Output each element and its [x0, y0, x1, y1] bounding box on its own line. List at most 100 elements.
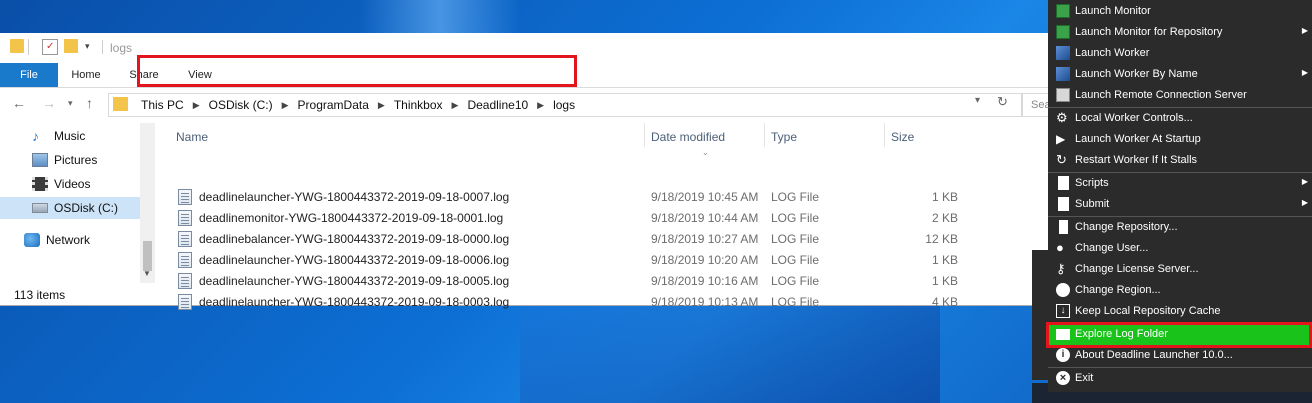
folder-icon	[113, 97, 128, 111]
table-row[interactable]: deadlinemonitor-YWG-1800443372-2019-09-1…	[170, 208, 970, 229]
file-name: deadlinebalancer-YWG-1800443372-2019-09-…	[199, 232, 510, 246]
folder-icon[interactable]	[10, 39, 24, 53]
nav-item-osdisk[interactable]: OSDisk (C:)	[0, 197, 140, 219]
document-icon	[1058, 176, 1069, 190]
tab-file[interactable]: File	[0, 63, 58, 87]
customize-quick-access-icon[interactable]: ▾	[85, 41, 99, 55]
breadcrumb-logs[interactable]: logs	[553, 98, 575, 112]
table-row[interactable]: deadlinelauncher-YWG-1800443372-2019-09-…	[170, 187, 970, 208]
tab-home[interactable]: Home	[62, 63, 110, 87]
file-date: 9/18/2019 10:16 AM	[651, 274, 759, 288]
menu-item-label: Launch Remote Connection Server	[1075, 89, 1247, 101]
table-row[interactable]: deadlinebalancer-YWG-1800443372-2019-09-…	[170, 229, 970, 250]
address-bar: ← → ▾ ↑ This PC ▶ OSDisk (C:) ▶ ProgramD…	[0, 89, 1072, 119]
menu-item-change-repository[interactable]: Change Repository...	[1048, 217, 1312, 238]
recent-locations-chevron-icon[interactable]: ▾	[68, 98, 73, 109]
menu-item-change-region[interactable]: Change Region...	[1048, 280, 1312, 301]
column-header-size[interactable]: Size	[885, 123, 955, 147]
column-header-type[interactable]: Type	[765, 123, 885, 147]
scrollbar-thumb[interactable]	[143, 241, 152, 271]
sort-indicator-icon: ⌄	[702, 148, 709, 157]
nav-item-label: Network	[46, 233, 91, 247]
key-icon: ⚷	[1056, 261, 1066, 276]
network-icon	[24, 233, 40, 247]
breadcrumb-osdisk[interactable]: OSDisk (C:)	[209, 98, 273, 112]
file-date: 9/18/2019 10:13 AM	[651, 295, 759, 309]
chevron-right-icon[interactable]: ▶	[282, 100, 289, 111]
divider	[102, 40, 103, 54]
play-icon: ▶	[1056, 132, 1066, 146]
menu-item-launch-worker[interactable]: Launch Worker	[1048, 43, 1312, 64]
properties-icon[interactable]: ✓	[42, 39, 58, 55]
nav-item-videos[interactable]: Videos	[32, 173, 90, 195]
up-arrow-icon[interactable]: ↑	[86, 95, 93, 111]
desktop-wallpaper-shade	[520, 305, 940, 403]
menu-item-submit[interactable]: Submit ▶	[1048, 194, 1312, 215]
menu-item-launch-monitor-repository[interactable]: Launch Monitor for Repository ▶	[1048, 22, 1312, 43]
file-name: deadlinelauncher-YWG-1800443372-2019-09-…	[199, 295, 510, 309]
menu-item-local-worker-controls[interactable]: ⚙ Local Worker Controls...	[1048, 108, 1312, 129]
menu-item-launch-monitor[interactable]: Launch Monitor	[1048, 1, 1312, 22]
file-size: 4 KB	[931, 295, 958, 309]
checkbox-icon[interactable]: ↓	[1056, 304, 1070, 318]
menu-item-launch-remote-connection-server[interactable]: Launch Remote Connection Server	[1048, 85, 1312, 106]
menu-item-launch-worker-at-startup[interactable]: ▶ Launch Worker At Startup	[1048, 129, 1312, 150]
monitor-icon	[1056, 25, 1070, 39]
nav-scrollbar[interactable]: ▼	[140, 123, 155, 283]
chevron-right-icon[interactable]: ▶	[452, 100, 459, 111]
table-row[interactable]: deadlinelauncher-YWG-1800443372-2019-09-…	[170, 271, 970, 292]
menu-item-label: Change License Server...	[1075, 263, 1199, 275]
chevron-right-icon[interactable]: ▶	[193, 100, 200, 111]
menu-item-label: Local Worker Controls...	[1075, 112, 1193, 124]
nav-item-label: Music	[54, 129, 86, 143]
column-header-name[interactable]: Name	[170, 123, 645, 147]
restart-icon: ↻	[1056, 152, 1067, 167]
menu-item-label: Submit	[1075, 198, 1110, 210]
table-row[interactable]: deadlinelauncher-YWG-1800443372-2019-09-…	[170, 250, 970, 271]
menu-item-keep-local-repository-cache[interactable]: ↓ Keep Local Repository Cache	[1048, 301, 1312, 322]
table-row[interactable]: deadlinelauncher-YWG-1800443372-2019-09-…	[170, 292, 970, 313]
nav-item-network[interactable]: Network	[24, 229, 90, 251]
menu-item-change-user[interactable]: ● Change User...	[1048, 238, 1312, 259]
log-file-icon	[178, 273, 192, 289]
menu-item-scripts[interactable]: Scripts ▶	[1048, 173, 1312, 194]
address-field[interactable]: This PC ▶ OSDisk (C:) ▶ ProgramData ▶ Th…	[108, 93, 1022, 117]
refresh-icon[interactable]: ↻	[997, 94, 1008, 110]
scroll-down-icon[interactable]: ▼	[143, 269, 151, 278]
file-date: 9/18/2019 10:20 AM	[651, 253, 759, 267]
worker-icon	[1056, 46, 1070, 60]
file-size: 1 KB	[931, 274, 958, 288]
breadcrumb-deadline10[interactable]: Deadline10	[467, 98, 528, 112]
nav-item-music[interactable]: ♪ Music	[32, 125, 85, 147]
menu-item-label: Keep Local Repository Cache	[1075, 305, 1221, 317]
new-folder-icon[interactable]	[64, 39, 78, 53]
menu-item-about[interactable]: i About Deadline Launcher 10.0...	[1048, 345, 1312, 366]
menu-item-restart-worker-if-stalls[interactable]: ↻ Restart Worker If It Stalls	[1048, 150, 1312, 171]
breadcrumb-programdata[interactable]: ProgramData	[298, 98, 369, 112]
annotation-box-address	[137, 55, 577, 87]
chevron-right-icon[interactable]: ▶	[378, 100, 385, 111]
chevron-right-icon[interactable]: ▶	[537, 100, 544, 111]
menu-item-label: Restart Worker If It Stalls	[1075, 154, 1198, 166]
breadcrumb-thinkbox[interactable]: Thinkbox	[394, 98, 443, 112]
log-file-icon	[178, 189, 192, 205]
globe-icon	[1056, 283, 1070, 297]
address-history-chevron-icon[interactable]: ▾	[975, 95, 980, 106]
document-icon	[1058, 197, 1069, 211]
menu-item-change-license-server[interactable]: ⚷ Change License Server...	[1048, 259, 1312, 280]
log-file-icon	[178, 210, 192, 226]
file-name: deadlinemonitor-YWG-1800443372-2019-09-1…	[199, 211, 504, 225]
music-icon: ♪	[32, 128, 39, 144]
submenu-arrow-icon: ▶	[1301, 177, 1308, 186]
file-name: deadlinelauncher-YWG-1800443372-2019-09-…	[199, 253, 510, 267]
column-header-date[interactable]: Date modified	[645, 123, 765, 147]
menu-item-label: Launch Monitor for Repository	[1075, 26, 1223, 38]
menu-item-label: Launch Monitor	[1075, 5, 1151, 17]
nav-item-pictures[interactable]: Pictures	[32, 149, 97, 171]
back-arrow-icon[interactable]: ←	[12, 95, 26, 111]
user-icon: ●	[1056, 240, 1064, 255]
forward-arrow-icon[interactable]: →	[42, 95, 56, 111]
breadcrumb-this-pc[interactable]: This PC	[141, 98, 184, 112]
menu-item-exit[interactable]: × Exit	[1048, 368, 1312, 389]
menu-item-launch-worker-by-name[interactable]: Launch Worker By Name ▶	[1048, 64, 1312, 85]
